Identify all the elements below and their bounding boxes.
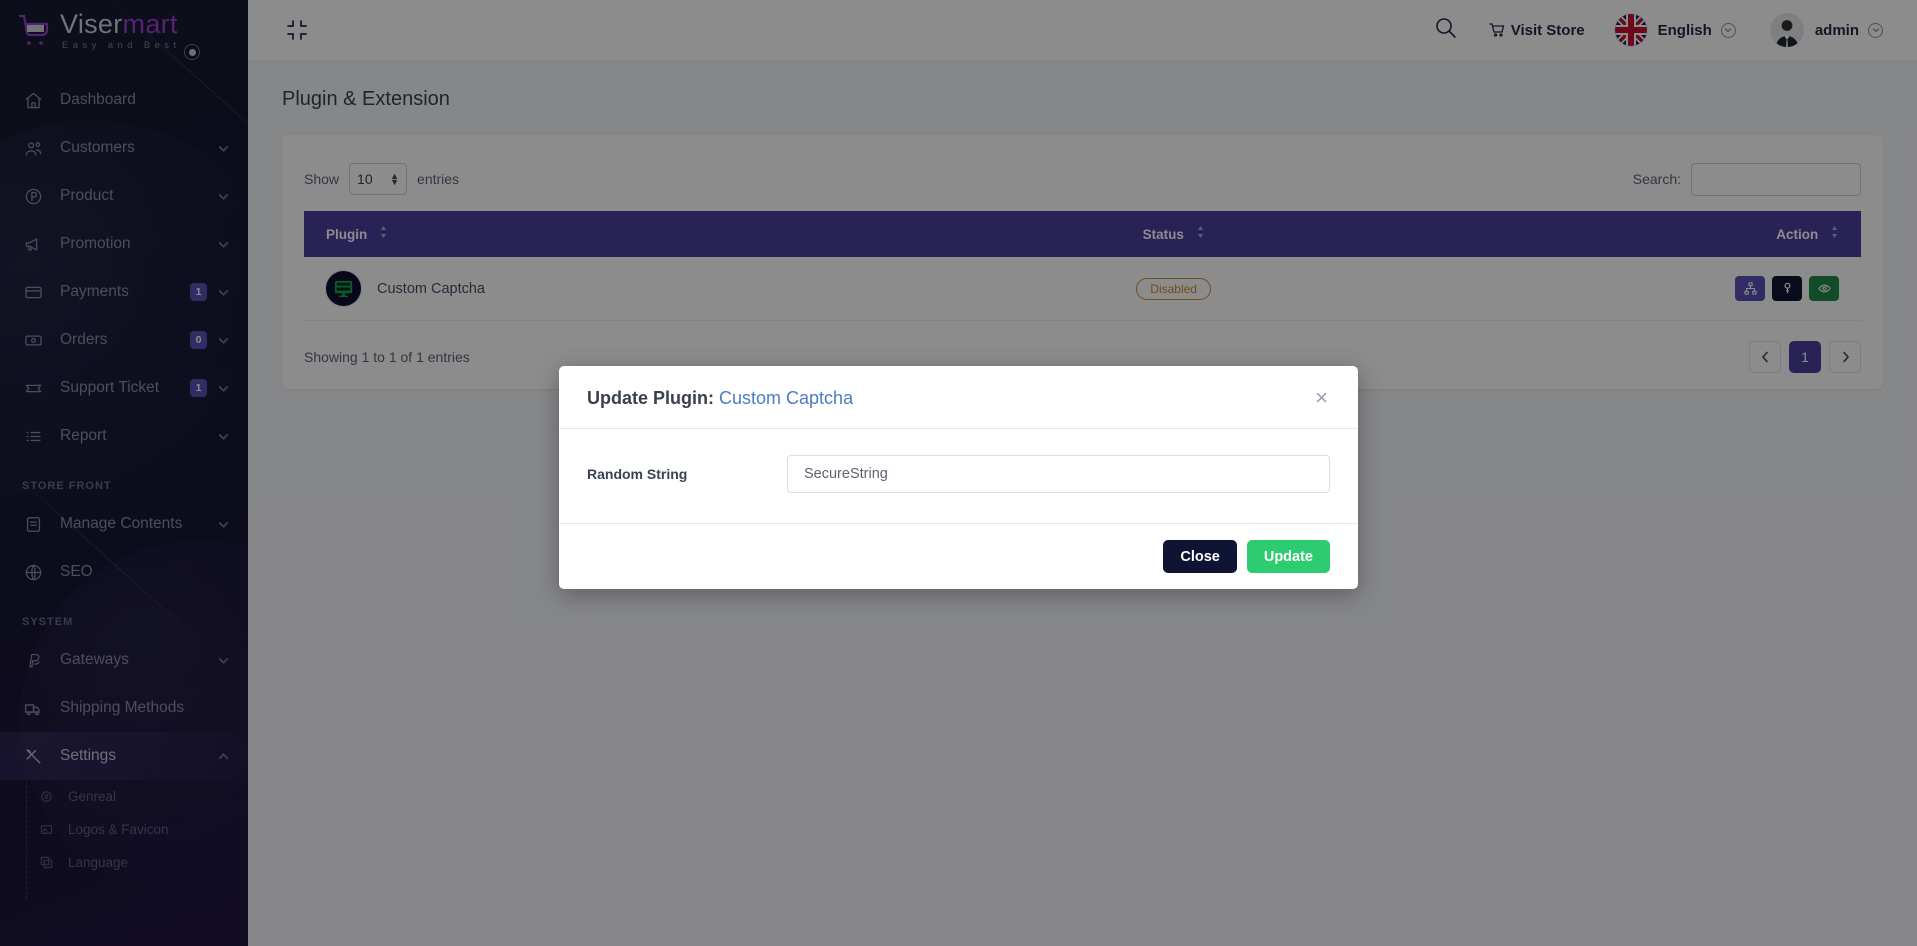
random-string-label: Random String bbox=[587, 466, 688, 482]
update-button[interactable]: Update bbox=[1246, 540, 1330, 573]
modal-header: Update Plugin: Custom Captcha × bbox=[559, 366, 1358, 429]
modal-title: Update Plugin: Custom Captcha bbox=[587, 388, 853, 409]
random-string-input[interactable] bbox=[787, 455, 1330, 493]
close-icon[interactable]: × bbox=[1313, 387, 1330, 409]
modal-body: Random String bbox=[559, 429, 1358, 523]
update-plugin-modal: Update Plugin: Custom Captcha × Random S… bbox=[559, 366, 1358, 589]
modal-title-sub: Custom Captcha bbox=[719, 387, 854, 408]
close-button[interactable]: Close bbox=[1163, 540, 1237, 573]
modal-title-main: Update Plugin: bbox=[587, 387, 714, 408]
modal-footer: Close Update bbox=[559, 523, 1358, 589]
